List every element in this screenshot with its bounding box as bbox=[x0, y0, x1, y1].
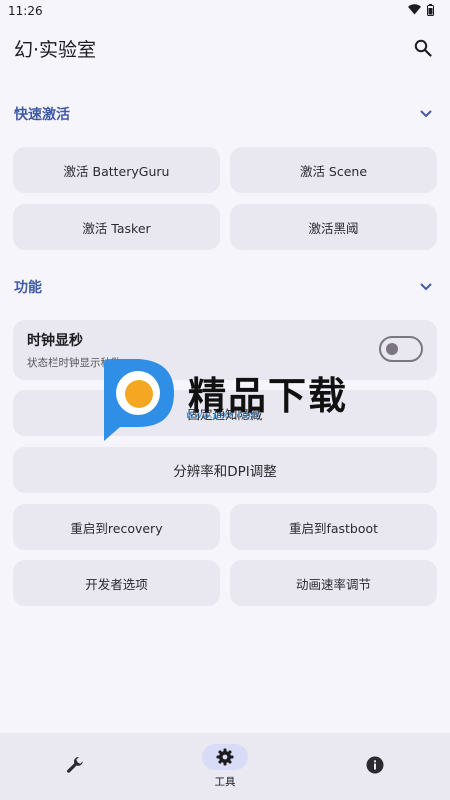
clock-seconds-title: 时钟显秒 bbox=[27, 333, 83, 349]
pin-notification-button[interactable]: 固定通知隐藏 bbox=[13, 390, 437, 436]
section-title-functions: 功能 bbox=[14, 280, 42, 296]
nav-item-wrench[interactable] bbox=[0, 733, 150, 800]
info-icon bbox=[352, 752, 398, 778]
battery-icon bbox=[427, 3, 434, 19]
reboot-recovery-button[interactable]: 重启到recovery bbox=[13, 504, 220, 550]
section-quick-activate[interactable]: 快速激活 bbox=[0, 94, 450, 134]
toggle-knob bbox=[386, 343, 398, 355]
app-title: 幻·实验室 bbox=[14, 38, 97, 61]
activate-batteryguru-button[interactable]: 激活 BatteryGuru bbox=[13, 147, 220, 193]
bottom-nav: 工具 bbox=[0, 733, 450, 800]
section-functions[interactable]: 功能 bbox=[0, 267, 450, 307]
wifi-icon bbox=[408, 4, 421, 18]
clock-seconds-card[interactable]: 时钟显秒 状态栏时钟显示秒数 bbox=[13, 320, 437, 380]
reboot-fastboot-button[interactable]: 重启到fastboot bbox=[230, 504, 437, 550]
activate-scene-button[interactable]: 激活 Scene bbox=[230, 147, 437, 193]
app-bar: 幻·实验室 bbox=[0, 22, 450, 74]
resolution-dpi-button[interactable]: 分辨率和DPI调整 bbox=[13, 447, 437, 493]
activate-tasker-button[interactable]: 激活 Tasker bbox=[13, 204, 220, 250]
animation-speed-button[interactable]: 动画速率调节 bbox=[230, 560, 437, 606]
status-time: 11:26 bbox=[8, 4, 43, 18]
nav-item-tools[interactable]: 工具 bbox=[150, 733, 300, 800]
section-title-quick-activate: 快速激活 bbox=[14, 107, 70, 123]
search-icon[interactable] bbox=[410, 35, 436, 61]
clock-seconds-toggle[interactable] bbox=[379, 336, 423, 362]
chevron-down-icon[interactable] bbox=[416, 277, 436, 297]
wrench-icon bbox=[52, 752, 98, 778]
nav-label-tools: 工具 bbox=[214, 776, 236, 788]
clock-seconds-subtitle: 状态栏时钟显示秒数 bbox=[27, 357, 122, 369]
gear-icon bbox=[202, 744, 248, 770]
status-bar: 11:26 bbox=[0, 0, 450, 22]
chevron-down-icon[interactable] bbox=[416, 104, 436, 124]
activate-heiyu-button[interactable]: 激活黑阈 bbox=[230, 204, 437, 250]
developer-options-button[interactable]: 开发者选项 bbox=[13, 560, 220, 606]
nav-item-info[interactable] bbox=[300, 733, 450, 800]
